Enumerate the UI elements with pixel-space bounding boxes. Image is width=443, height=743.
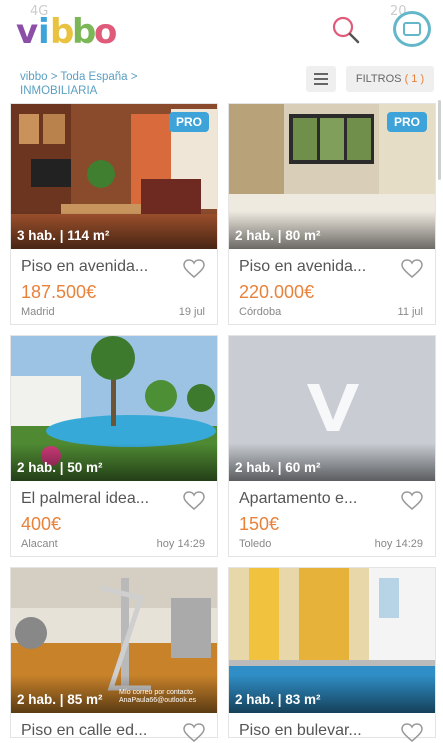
search-button[interactable]: [330, 14, 362, 46]
listing-location: Córdoba: [239, 306, 282, 318]
favorite-heart-icon[interactable]: [183, 491, 205, 511]
filters-count: ( 1 ): [404, 73, 425, 85]
listing-card[interactable]: 2 hab. | 60 m² Apartamento e... 150€ Tol…: [228, 335, 436, 557]
listing-price: 150€: [239, 514, 280, 534]
breadcrumb-region[interactable]: Toda España: [60, 71, 127, 83]
pro-badge: PRO: [386, 112, 427, 132]
listing-card[interactable]: 2 hab. | 80 m² PRO Piso en avenida... 22…: [228, 103, 436, 325]
filters-button[interactable]: FILTROS ( 1 ): [346, 66, 434, 92]
top-bar: v i b b o vibbo 4G 20: [0, 0, 443, 60]
listing-date: hoy 14:29: [156, 538, 205, 550]
listing-price: 220.000€: [239, 282, 315, 302]
favorite-heart-icon[interactable]: [401, 491, 423, 511]
listing-price: 187.500€: [21, 282, 97, 302]
signal-status: 4G: [30, 4, 49, 19]
photo-watermark: Mío correo por contacto AnaPaula66@outlo…: [119, 689, 197, 704]
listing-card[interactable]: 2 hab. | 50 m² El palmeral idea... 400€ …: [10, 335, 218, 557]
listing-location: Toledo: [239, 538, 272, 550]
message-icon: [403, 22, 421, 36]
listing-price: 400€: [21, 514, 62, 534]
listing-photo[interactable]: 2 hab. | 83 m²: [229, 568, 435, 713]
listing-date: hoy 14:29: [374, 538, 423, 550]
favorite-heart-icon[interactable]: [183, 723, 205, 743]
breadcrumb-category[interactable]: INMOBILIARIA: [20, 85, 97, 97]
listing-photo[interactable]: 2 hab. | 50 m²: [11, 336, 217, 481]
listing-photo[interactable]: 2 hab. | 85 m² Mío correo por contacto A…: [11, 568, 217, 713]
rooms-size: 2 hab. | 50 m²: [17, 460, 103, 475]
rooms-size: 3 hab. | 114 m²: [17, 228, 110, 243]
listing-title[interactable]: Piso en calle ed...: [21, 722, 179, 740]
listing-location: Madrid: [21, 306, 55, 318]
listing-title[interactable]: Piso en bulevar...: [239, 722, 397, 740]
rooms-size: 2 hab. | 60 m²: [235, 460, 321, 475]
scrollbar[interactable]: [438, 100, 441, 180]
favorite-heart-icon[interactable]: [401, 723, 423, 743]
listing-card[interactable]: 3 hab. | 114 m² PRO Piso en avenida... 1…: [10, 103, 218, 325]
favorite-heart-icon[interactable]: [401, 259, 423, 279]
list-view-button[interactable]: [306, 66, 336, 92]
favorite-heart-icon[interactable]: [183, 259, 205, 279]
breadcrumb: vibbo > Toda España > INMOBILIARIA: [20, 71, 138, 97]
listing-title[interactable]: El palmeral idea...: [21, 490, 179, 508]
listing-title[interactable]: Piso en avenida...: [21, 258, 179, 276]
listing-card[interactable]: 2 hab. | 83 m² Piso en bulevar...: [228, 567, 436, 742]
listing-photo[interactable]: 2 hab. | 80 m² PRO: [229, 104, 435, 249]
listing-title[interactable]: Apartamento e...: [239, 490, 397, 508]
listing-date: 11 jul: [397, 306, 423, 318]
rooms-size: 2 hab. | 85 m²: [17, 692, 103, 707]
search-icon: [332, 16, 360, 44]
pro-badge: PRO: [168, 112, 209, 132]
messages-button[interactable]: [393, 11, 431, 47]
rooms-size: 2 hab. | 83 m²: [235, 692, 321, 707]
listing-title[interactable]: Piso en avenida...: [239, 258, 397, 276]
listing-photo[interactable]: 3 hab. | 114 m² PRO: [11, 104, 217, 249]
rooms-size: 2 hab. | 80 m²: [235, 228, 321, 243]
breadcrumb-home[interactable]: vibbo: [20, 71, 48, 83]
listing-photo[interactable]: 2 hab. | 60 m²: [229, 336, 435, 481]
listing-card[interactable]: 2 hab. | 85 m² Mío correo por contacto A…: [10, 567, 218, 742]
filters-label: FILTROS: [355, 73, 402, 85]
listing-date: 19 jul: [178, 306, 205, 318]
listing-location: Alacant: [21, 538, 58, 550]
